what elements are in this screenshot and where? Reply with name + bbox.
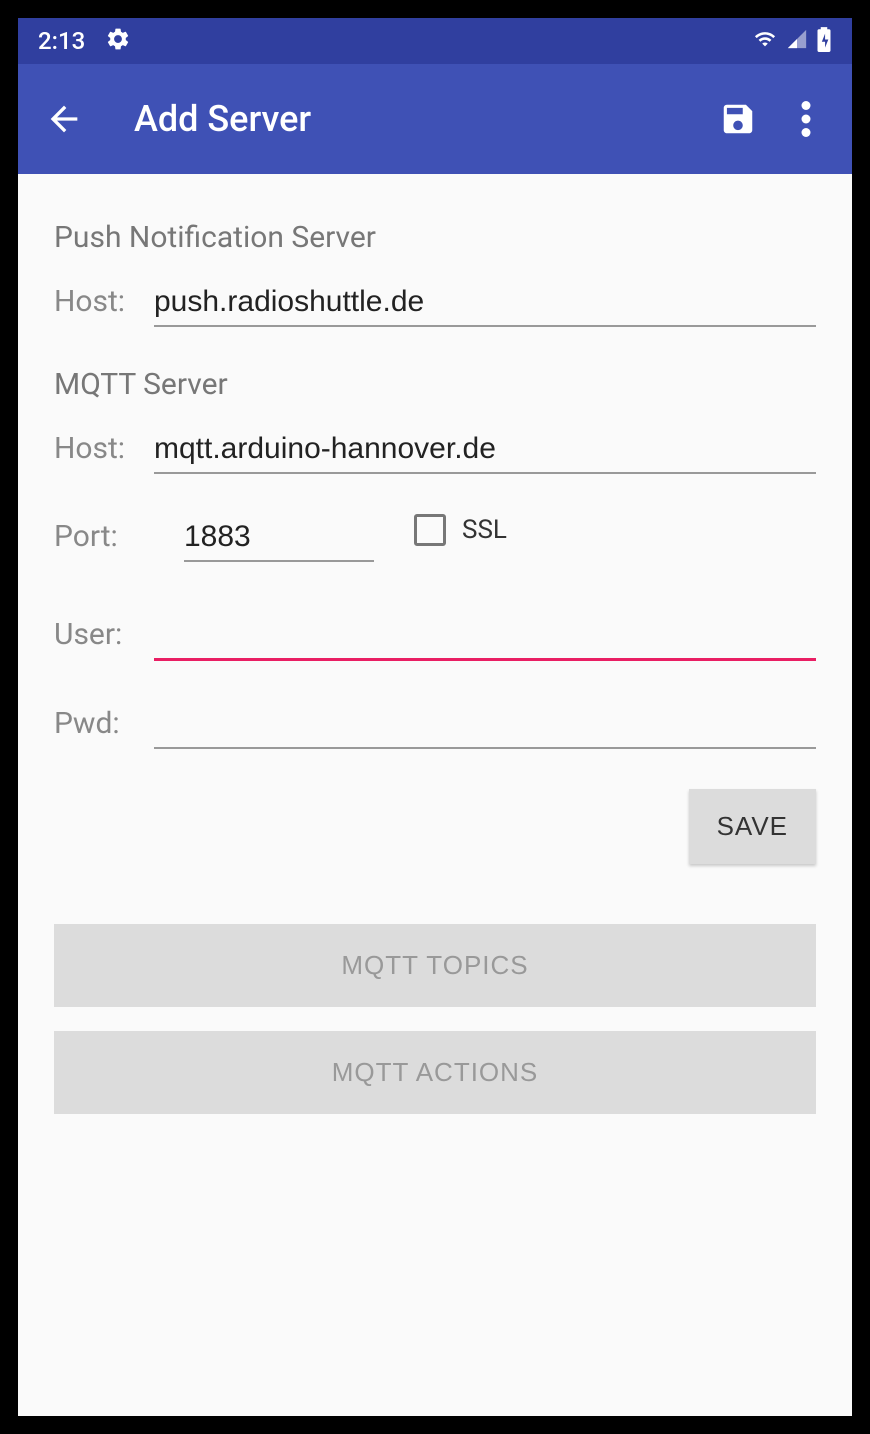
signal-icon xyxy=(786,28,808,54)
mqtt-topics-button[interactable]: MQTT TOPICS xyxy=(54,924,816,1007)
battery-charging-icon xyxy=(816,26,832,56)
wifi-icon xyxy=(752,28,778,54)
mqtt-port-input[interactable] xyxy=(184,514,374,562)
push-host-label: Host: xyxy=(54,284,154,319)
more-vert-icon xyxy=(801,101,811,137)
save-button[interactable]: SAVE xyxy=(689,789,816,864)
mqtt-pwd-input[interactable] xyxy=(154,701,816,749)
push-section-title: Push Notification Server xyxy=(54,220,816,255)
mqtt-user-label: User: xyxy=(54,617,154,652)
content-area: Push Notification Server Host: MQTT Serv… xyxy=(18,174,852,1416)
ssl-checkbox[interactable] xyxy=(414,514,446,546)
push-host-input[interactable] xyxy=(154,279,816,327)
mqtt-host-input[interactable] xyxy=(154,426,816,474)
ssl-label: SSL xyxy=(462,515,507,545)
mqtt-host-label: Host: xyxy=(54,431,154,466)
save-icon xyxy=(719,100,757,138)
back-button[interactable] xyxy=(40,95,88,143)
overflow-menu-button[interactable] xyxy=(782,95,830,143)
status-time: 2:13 xyxy=(38,27,85,55)
mqtt-section-title: MQTT Server xyxy=(54,367,816,402)
gear-icon xyxy=(105,26,131,56)
mqtt-actions-button[interactable]: MQTT ACTIONS xyxy=(54,1031,816,1114)
mqtt-pwd-label: Pwd: xyxy=(54,706,154,741)
app-bar: Add Server xyxy=(18,64,852,174)
mqtt-user-input[interactable] xyxy=(154,612,816,661)
status-bar: 2:13 xyxy=(18,18,852,64)
save-icon-button[interactable] xyxy=(714,95,762,143)
page-title: Add Server xyxy=(134,98,694,140)
arrow-back-icon xyxy=(44,99,84,139)
mqtt-port-label: Port: xyxy=(54,519,154,554)
